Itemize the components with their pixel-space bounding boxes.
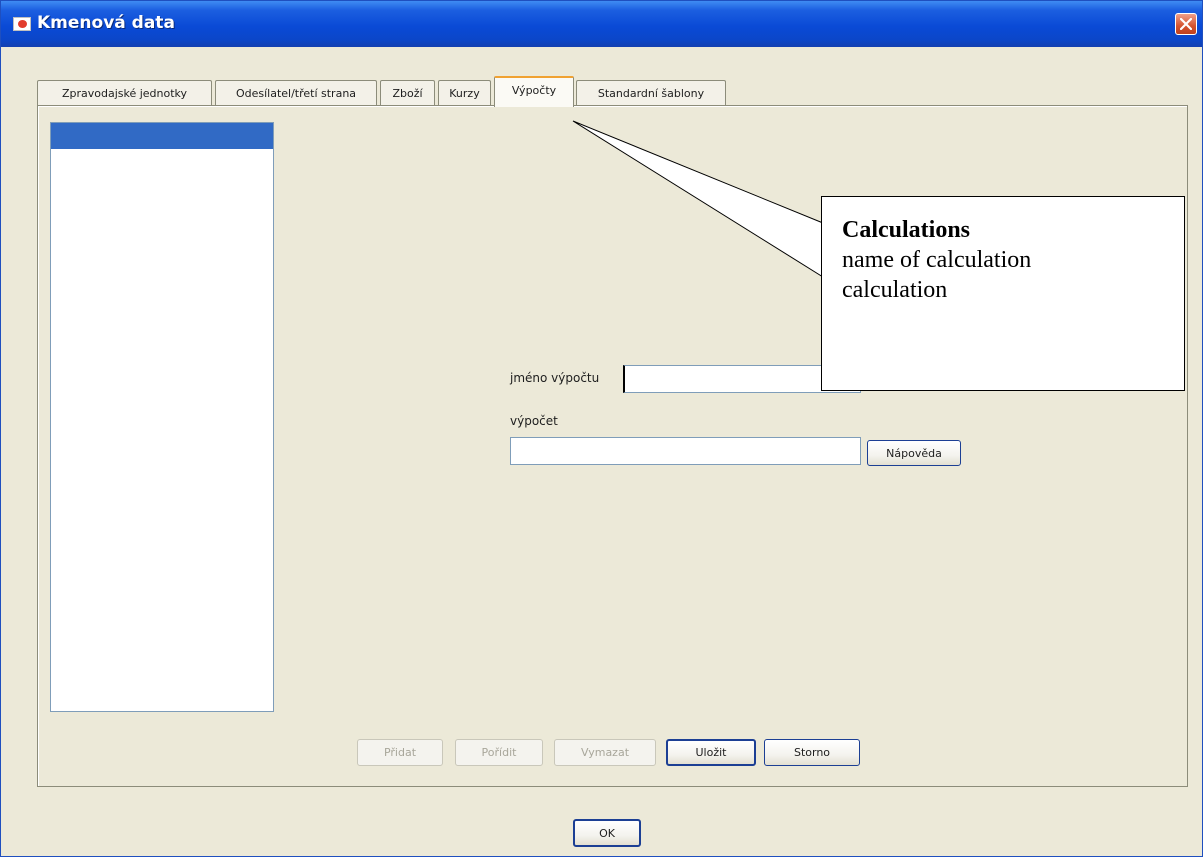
callout-pointer bbox=[572, 120, 824, 278]
callout-line-calculation: calculation bbox=[842, 277, 948, 303]
callout-title: Calculations bbox=[842, 217, 971, 243]
callout-line-name: name of calculation bbox=[842, 247, 1032, 273]
annotation-callout: Calculations name of calculation calcula… bbox=[821, 196, 1185, 391]
kmenova-data-window: Kmenová data Zpravodajské jednotky Odesí… bbox=[0, 0, 1203, 857]
